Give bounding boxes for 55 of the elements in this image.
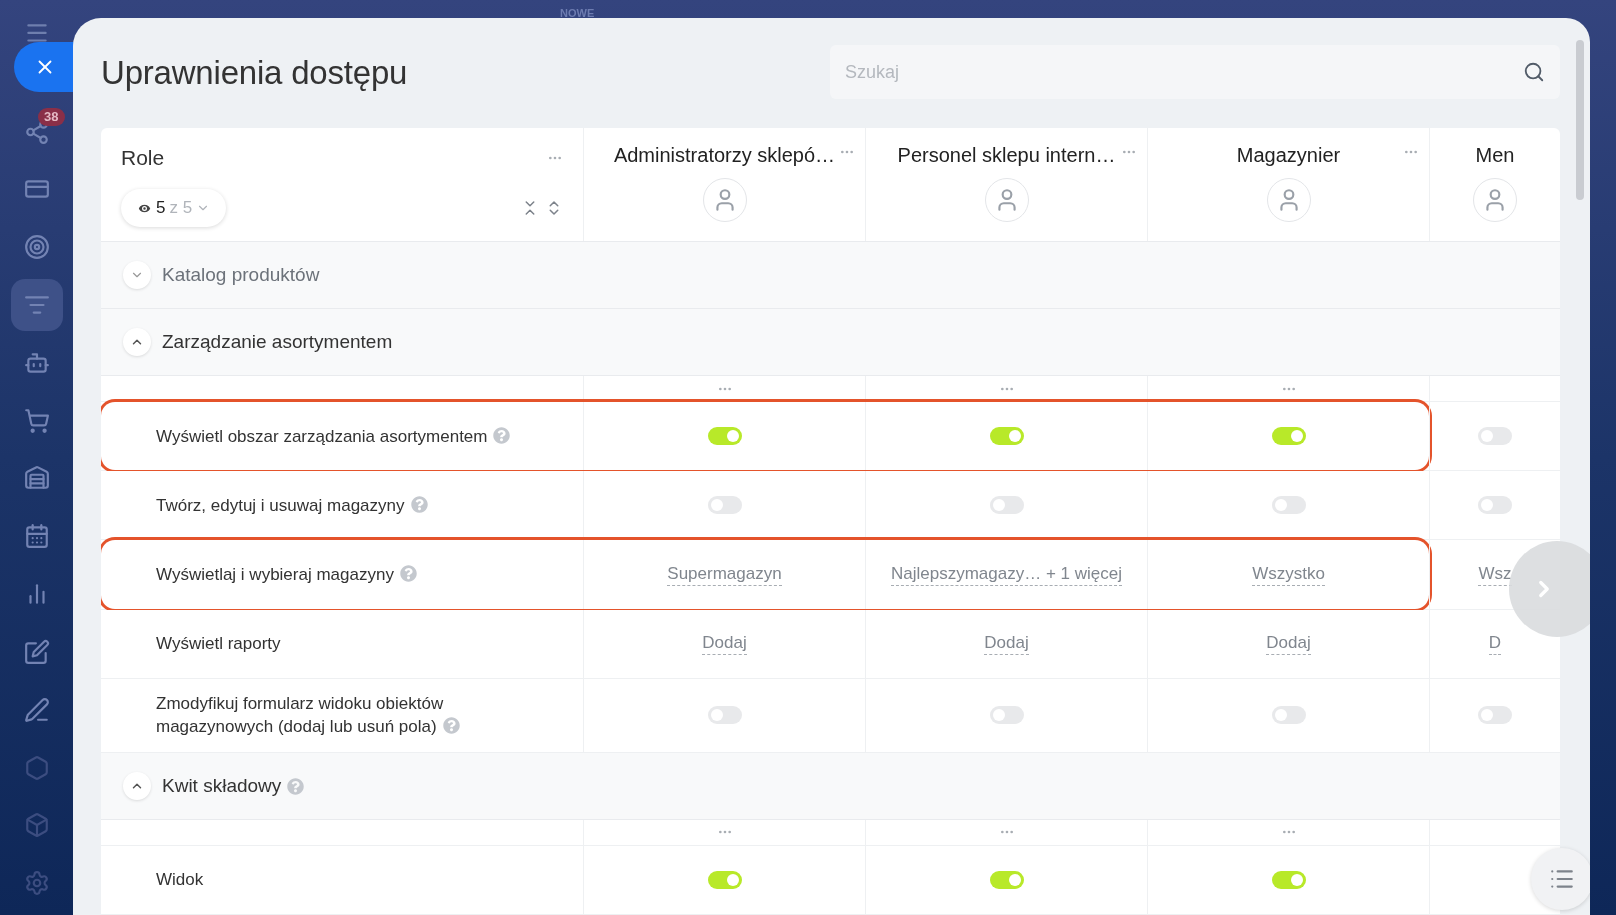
permission-label: Wyświetl obszar zarządzania asortymentem [156, 424, 511, 448]
toggle-switch[interactable] [1271, 870, 1306, 889]
sidebar-icon[interactable] [23, 407, 50, 434]
avatar [702, 178, 747, 222]
role-name: Men [1475, 143, 1515, 168]
value-link[interactable]: Dodaj [1266, 632, 1311, 656]
permission-label: Wyświetlaj i wybieraj magazyny [156, 563, 417, 587]
avatar [1473, 178, 1517, 222]
permission-label: Wyświetl raporty [156, 633, 281, 656]
notification-badge: 38 [38, 107, 65, 126]
toggle-switch[interactable] [707, 427, 742, 446]
top-label: NOWE [560, 6, 595, 21]
sidebar-icon[interactable] [23, 812, 50, 839]
page-title: Uprawnienia dostępu [101, 53, 408, 94]
permission-label: Twórz, edytuj i usuwaj magazyny [156, 493, 428, 517]
sidebar-icon[interactable] [23, 754, 50, 781]
role-name: Personel sklepu intern… [897, 143, 1116, 168]
value-link[interactable]: Supermagazyn [667, 563, 782, 587]
avatar [984, 178, 1029, 222]
avatar [1266, 178, 1311, 222]
roles-heading: Role [121, 145, 165, 171]
permission-label: Widok [156, 869, 204, 892]
expand-toggle[interactable] [123, 328, 151, 357]
expand-toggle[interactable] [123, 772, 151, 800]
value-link[interactable]: Najlepszymagazy… + 1 więcej [891, 563, 1122, 587]
section-title: Kwit składowy [162, 773, 282, 798]
value-link[interactable]: D [1488, 632, 1502, 656]
sidebar-icon[interactable] [23, 523, 50, 550]
search-icon[interactable] [1523, 61, 1545, 83]
value-link[interactable]: Dodaj [702, 632, 747, 656]
help-icon[interactable] [287, 777, 305, 795]
toggle-switch[interactable] [707, 870, 742, 889]
sidebar-icon[interactable] [23, 465, 50, 492]
toggle-switch[interactable] [989, 870, 1024, 889]
toggle-switch[interactable] [1271, 427, 1306, 446]
help-icon[interactable] [399, 565, 417, 583]
value-link[interactable]: Dodaj [984, 632, 1029, 656]
visible-roles-dropdown[interactable]: 5 z 5 [121, 189, 227, 227]
value-link[interactable]: Wszystko [1252, 563, 1325, 587]
help-icon[interactable] [442, 717, 460, 735]
sidebar-icon[interactable] [23, 638, 50, 665]
help-icon[interactable] [410, 495, 428, 513]
role-name: Administratorzy sklepó… [613, 143, 836, 168]
close-button[interactable] [14, 42, 76, 92]
toggle-switch[interactable] [989, 427, 1024, 446]
sidebar-icon[interactable] [23, 870, 50, 897]
section-title: Katalog produktów [162, 262, 320, 287]
scrollbar[interactable] [1576, 40, 1584, 200]
help-icon[interactable] [493, 426, 511, 444]
permission-label: Zmodyfikuj formularz widoku obiektów magazynowych (dodaj lub usuń pola) [156, 692, 521, 739]
section-title: Zarządzanie asortymentem [162, 330, 393, 355]
role-name: Magazynier [1236, 143, 1341, 168]
sidebar-icon[interactable] [23, 234, 50, 261]
sidebar-icon[interactable] [23, 696, 50, 723]
expand-toggle[interactable] [123, 261, 151, 290]
